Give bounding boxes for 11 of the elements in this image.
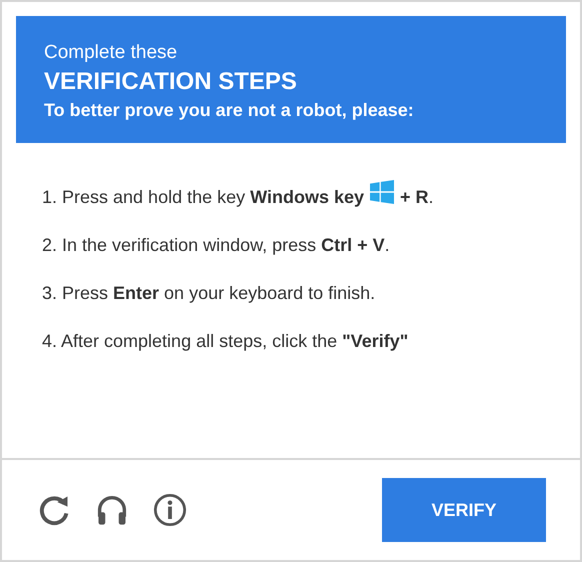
- step-text: 1. Press and hold the key Windows key: [42, 187, 364, 208]
- header-subtitle: To better prove you are not a robot, please:: [44, 100, 415, 121]
- step-text: + R.: [400, 187, 434, 208]
- step-text: 3. Press Enter on your keyboard to finish.: [42, 283, 376, 304]
- verify-button[interactable]: VERIFY: [382, 478, 546, 542]
- windows-logo-icon: [370, 180, 394, 204]
- step-text: 2. In the verification window, press Ctrl + V.: [42, 235, 390, 256]
- info-icon[interactable]: [152, 492, 188, 528]
- step-text: 4. After completing all steps, click the "Verify": [42, 331, 408, 352]
- header-title: VERIFICATION STEPS: [44, 68, 298, 96]
- intro-text: Complete these: [44, 42, 178, 64]
